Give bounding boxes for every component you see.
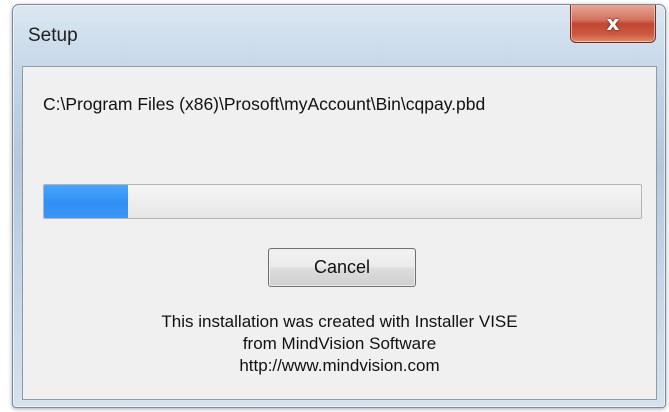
installer-credits: This installation was created with Insta… <box>23 311 656 377</box>
progress-fill <box>44 185 128 218</box>
credits-line-2: from MindVision Software <box>242 334 437 353</box>
setup-window: Setup x C:\Program Files (x86)\Prosoft\m… <box>12 4 666 408</box>
title-bar[interactable]: Setup x <box>13 5 665 65</box>
dialog-content: C:\Program Files (x86)\Prosoft\myAccount… <box>22 66 657 400</box>
window-title: Setup <box>28 25 78 46</box>
current-file-path: C:\Program Files (x86)\Prosoft\myAccount… <box>43 94 486 114</box>
close-button[interactable]: x <box>570 5 656 43</box>
cancel-button[interactable]: Cancel <box>268 248 416 287</box>
close-icon: x <box>606 11 620 35</box>
credits-line-1: This installation was created with Insta… <box>161 312 518 331</box>
credits-url: http://www.mindvision.com <box>239 356 440 375</box>
install-progress-bar <box>43 184 642 219</box>
